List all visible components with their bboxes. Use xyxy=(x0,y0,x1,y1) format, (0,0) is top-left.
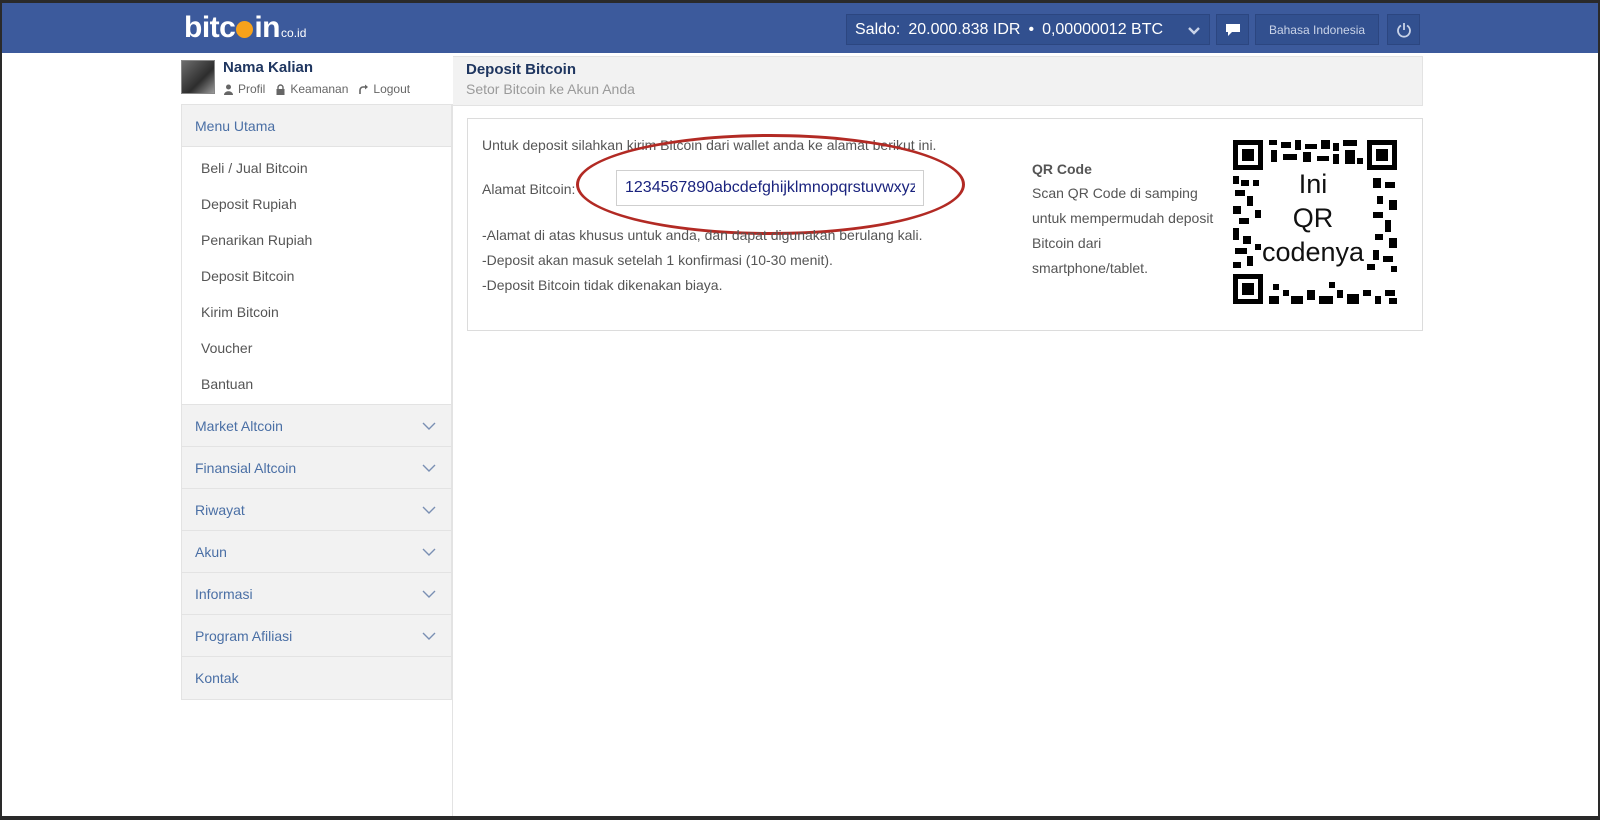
deposit-note: -Alamat di atas khusus untuk anda, dan d… xyxy=(482,227,923,243)
logout-link-label: Logout xyxy=(373,82,411,96)
qr-code-title: QR Code xyxy=(1032,161,1092,177)
sidebar-section-label: Finansial Altcoin xyxy=(195,459,297,476)
bitcoin-co-id-logo[interactable]: bitc in co.id xyxy=(184,11,306,45)
balance-separator: • xyxy=(1028,20,1035,38)
sidebar-section-program-afiliasi[interactable]: Program Afiliasi xyxy=(182,615,451,657)
profile-link-label: Profil xyxy=(238,82,266,96)
sidebar-section-riwayat[interactable]: Riwayat xyxy=(182,489,451,531)
profile-link[interactable]: Profil xyxy=(223,82,265,96)
sidebar-item-deposit-rupiah[interactable]: Deposit Rupiah xyxy=(182,186,451,222)
user-name: Nama Kalian xyxy=(223,59,314,76)
logout-power-button[interactable] xyxy=(1387,14,1420,45)
sidebar-section-label: Riwayat xyxy=(195,501,245,518)
sidebar-section-market-altcoin[interactable]: Market Altcoin xyxy=(182,405,451,447)
logo-tld: co.id xyxy=(281,26,307,40)
qr-placeholder-line: codenya xyxy=(1261,237,1365,267)
sidebar-section-label: Akun xyxy=(195,543,227,560)
balance-dropdown[interactable]: Saldo: 20.000.838 IDR • 0,00000012 BTC xyxy=(846,14,1210,45)
balance-idr: 20.000.838 IDR xyxy=(908,20,1021,38)
security-link-label: Keamanan xyxy=(290,82,349,96)
sidebar-item-deposit-bitcoin[interactable]: Deposit Bitcoin xyxy=(182,258,451,294)
chevron-down-icon xyxy=(422,632,436,640)
top-navbar: bitc in co.id Saldo: 20.000.838 IDR • 0,00… xyxy=(2,3,1598,53)
sidebar-menu: Menu Utama Beli / Jual Bitcoin Deposit R… xyxy=(181,104,452,700)
deposit-intro: Untuk deposit silahkan kirim Bitcoin dar… xyxy=(482,137,937,153)
logo-text-a: bitc xyxy=(184,11,236,44)
page-subtitle: Setor Bitcoin ke Akun Anda xyxy=(466,81,635,97)
bitcoin-address-field[interactable] xyxy=(616,170,924,206)
sidebar-item-voucher[interactable]: Voucher xyxy=(182,330,451,366)
chat-bubble-icon xyxy=(1225,23,1240,36)
sidebar-section-kontak[interactable]: Kontak xyxy=(182,657,451,699)
qr-code-description: Scan QR Code di samping untuk mempermuda… xyxy=(1032,185,1214,276)
sidebar-section-finansial-altcoin[interactable]: Finansial Altcoin xyxy=(182,447,451,489)
sidebar-section-label: Market Altcoin xyxy=(195,417,283,434)
sidebar-section-label: Program Afiliasi xyxy=(195,627,293,644)
avatar[interactable] xyxy=(181,60,215,94)
sidebar-submenu: Beli / Jual Bitcoin Deposit Rupiah Penar… xyxy=(182,147,451,405)
qr-placeholder-line: QR xyxy=(1292,203,1334,233)
chevron-down-icon xyxy=(1188,27,1200,35)
deposit-panel: Untuk deposit silahkan kirim Bitcoin dar… xyxy=(467,118,1423,331)
security-link[interactable]: Keamanan xyxy=(275,82,348,96)
user-icon xyxy=(224,84,233,95)
lock-icon xyxy=(276,83,285,95)
deposit-notes: -Alamat di atas khusus untuk anda, dan d… xyxy=(482,223,923,298)
logo-text-b: in xyxy=(254,11,281,44)
sidebar-item-bantuan[interactable]: Bantuan xyxy=(182,366,451,402)
sidebar-section-informasi[interactable]: Informasi xyxy=(182,573,451,615)
balance-btc: 0,00000012 BTC xyxy=(1042,20,1164,38)
sidebar-item-kirim-bitcoin[interactable]: Kirim Bitcoin xyxy=(182,294,451,330)
language-button[interactable]: Bahasa Indonesia xyxy=(1255,14,1379,45)
sidebar-divider xyxy=(452,104,453,816)
page-title: Deposit Bitcoin xyxy=(466,61,577,78)
qr-placeholder-text: Ini QR codenya xyxy=(1258,167,1368,269)
power-icon xyxy=(1396,22,1411,38)
chevron-down-icon xyxy=(422,422,436,430)
deposit-note: -Deposit akan masuk setelah 1 konfirmasi… xyxy=(482,252,833,268)
qr-placeholder-line: Ini xyxy=(1298,169,1328,199)
sidebar-item-beli-jual-bitcoin[interactable]: Beli / Jual Bitcoin xyxy=(182,150,451,186)
logout-link[interactable]: Logout xyxy=(358,82,410,96)
sidebar-section-label: Informasi xyxy=(195,585,253,602)
sidebar-item-penarikan-rupiah[interactable]: Penarikan Rupiah xyxy=(182,222,451,258)
profile-links: Profil Keamanan Logout xyxy=(223,82,410,96)
address-label: Alamat Bitcoin: xyxy=(482,181,576,197)
chevron-down-icon xyxy=(422,548,436,556)
deposit-note: -Deposit Bitcoin tidak dikenakan biaya. xyxy=(482,277,723,293)
balance-label: Saldo: xyxy=(855,20,901,38)
sidebar-section-akun[interactable]: Akun xyxy=(182,531,451,573)
chat-button[interactable] xyxy=(1216,14,1249,45)
logo-coin-icon xyxy=(236,21,254,38)
chevron-down-icon xyxy=(422,590,436,598)
chevron-down-icon xyxy=(422,506,436,514)
logout-arrow-icon xyxy=(359,84,369,94)
page-header: Deposit Bitcoin Setor Bitcoin ke Akun An… xyxy=(453,56,1423,106)
chevron-down-icon xyxy=(422,464,436,472)
user-profile: Nama Kalian Profil Keamanan Logout xyxy=(181,57,453,101)
sidebar-section-menu-utama[interactable]: Menu Utama xyxy=(182,105,451,147)
